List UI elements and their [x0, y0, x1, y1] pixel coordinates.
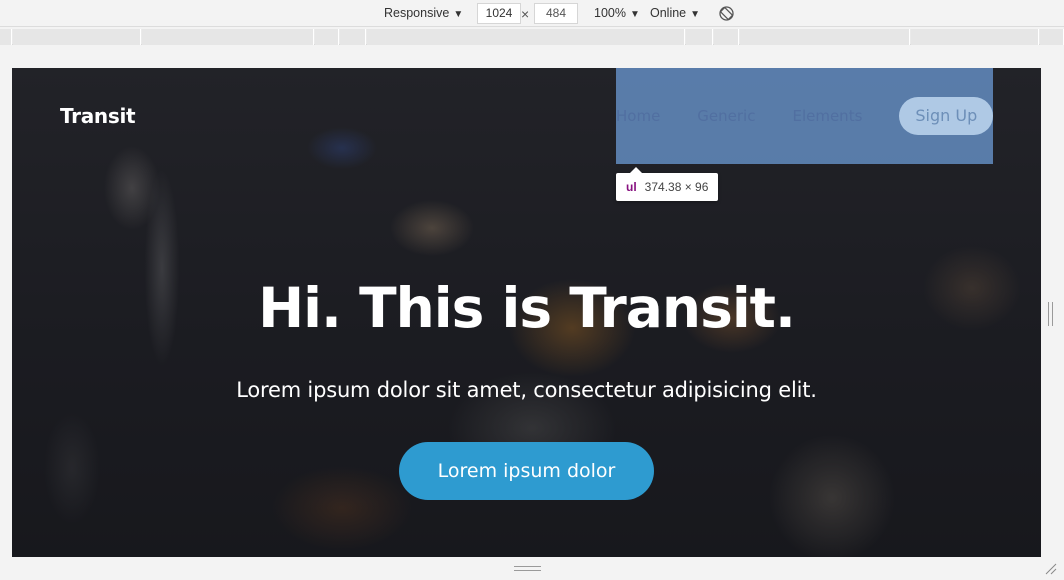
- chevron-down-icon: ▼: [629, 9, 640, 20]
- hero-title: Hi. This is Transit.: [258, 276, 796, 340]
- page-viewport: Transit Home Generic Elements Sign Up Hi…: [12, 68, 1041, 557]
- resize-handle-bottom[interactable]: [514, 566, 541, 571]
- device-mode-dropdown[interactable]: Responsive ▼: [384, 0, 463, 27]
- inspector-tooltip: ul 374.38 × 96: [616, 167, 719, 201]
- tooltip-tag: ul: [626, 180, 637, 194]
- zoom-label: 100%: [594, 6, 626, 20]
- site-logo[interactable]: Transit: [60, 104, 136, 128]
- main-nav: Home Generic Elements Sign Up: [616, 97, 994, 135]
- media-query-segment[interactable]: [13, 29, 141, 45]
- cta-button[interactable]: Lorem ipsum dolor: [399, 442, 654, 500]
- media-query-segment[interactable]: [1040, 29, 1064, 45]
- nav-link-elements[interactable]: Elements: [792, 107, 862, 125]
- resize-corner-icon[interactable]: [1045, 563, 1057, 575]
- nav-link-generic[interactable]: Generic: [697, 107, 755, 125]
- media-query-segment[interactable]: [686, 29, 713, 45]
- media-query-segment[interactable]: [340, 29, 366, 45]
- network-dropdown[interactable]: Online ▼: [650, 0, 700, 27]
- chevron-down-icon: ▼: [690, 9, 701, 20]
- height-input[interactable]: 484: [534, 3, 578, 24]
- width-input[interactable]: 1024: [477, 3, 521, 24]
- device-mode-label: Responsive: [384, 6, 450, 20]
- sign-up-button[interactable]: Sign Up: [899, 97, 994, 135]
- nav-link-home[interactable]: Home: [616, 107, 660, 125]
- media-query-segment[interactable]: [142, 29, 314, 45]
- media-query-segment[interactable]: [0, 29, 12, 45]
- media-query-segment[interactable]: [911, 29, 1039, 45]
- media-query-segment[interactable]: [714, 29, 739, 45]
- media-query-segment[interactable]: [740, 29, 910, 45]
- media-query-segment[interactable]: [367, 29, 685, 45]
- zoom-dropdown[interactable]: 100% ▼: [594, 0, 640, 27]
- hero-subtitle: Lorem ipsum dolor sit amet, consectetur …: [236, 378, 817, 402]
- network-label: Online: [650, 6, 687, 20]
- media-query-bar: [0, 29, 1064, 45]
- device-toolbar: Responsive ▼ 1024 × 484 100% ▼ Online ▼: [0, 0, 1064, 27]
- tooltip-size: 374.38 × 96: [644, 180, 709, 194]
- rotate-icon[interactable]: [718, 5, 735, 22]
- chevron-down-icon: ▼: [453, 9, 464, 20]
- resize-handle-right[interactable]: [1048, 302, 1053, 326]
- media-query-segment[interactable]: [315, 29, 339, 45]
- dimension-separator: ×: [521, 6, 530, 22]
